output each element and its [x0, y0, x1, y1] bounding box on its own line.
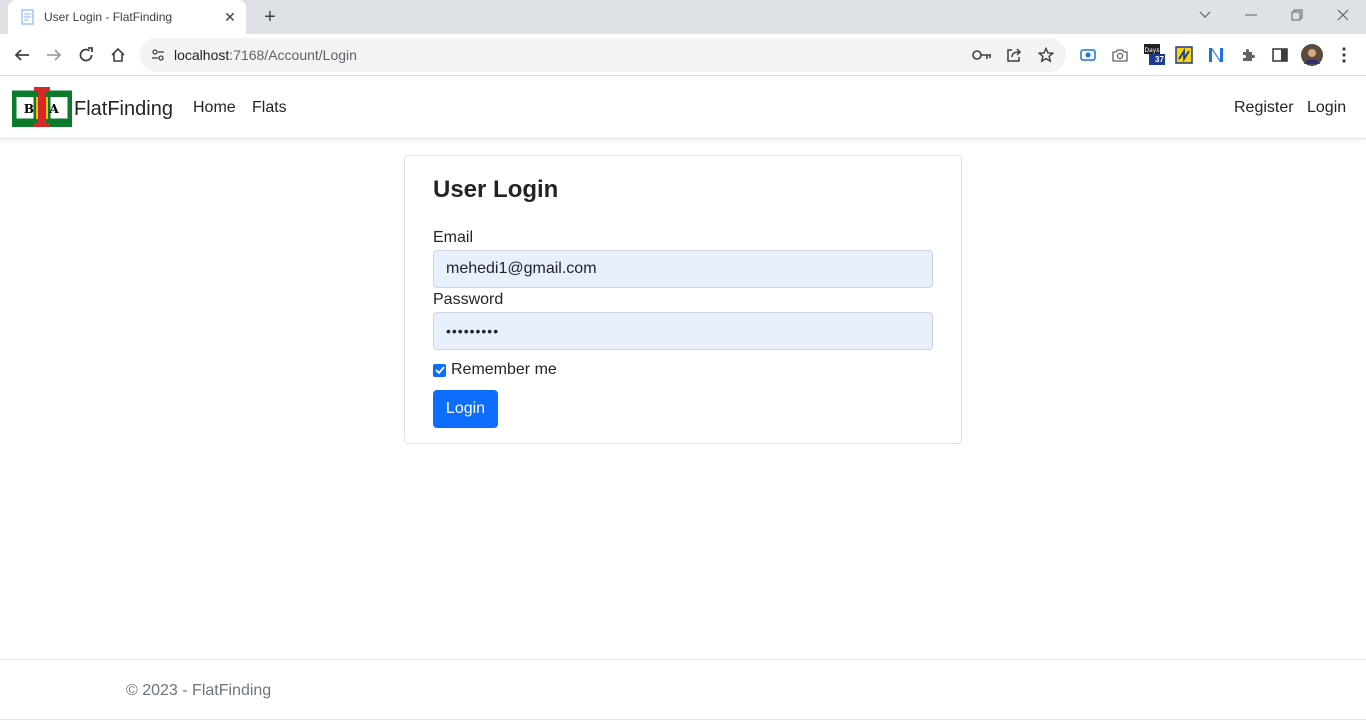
- page-icon: [20, 9, 36, 25]
- camera-icon[interactable]: [1110, 45, 1130, 65]
- puzzle-extensions-icon[interactable]: [1238, 45, 1258, 65]
- reload-icon[interactable]: [74, 43, 98, 67]
- site-navbar: B A FlatFinding Home Flats Register Logi…: [0, 77, 1366, 139]
- login-card: User Login Email mehedi1@gmail.com Passw…: [404, 155, 962, 444]
- share-icon[interactable]: [1004, 45, 1024, 65]
- email-label: Email: [433, 229, 474, 246]
- browser-tabstrip: User Login - FlatFinding ✕ +: [0, 0, 1366, 34]
- screen-record-extension-icon[interactable]: [1078, 45, 1098, 65]
- site-info-icon[interactable]: [148, 45, 168, 65]
- browser-tab[interactable]: User Login - FlatFinding ✕: [8, 0, 246, 34]
- chevron-down-icon[interactable]: [1191, 4, 1219, 26]
- star-icon[interactable]: [1036, 45, 1056, 65]
- close-icon[interactable]: ✕: [220, 7, 240, 27]
- new-tab-icon[interactable]: +: [258, 6, 282, 28]
- back-arrow-icon[interactable]: [10, 43, 34, 67]
- nav-link-login[interactable]: Login: [1307, 99, 1346, 117]
- brand[interactable]: B A FlatFinding: [11, 85, 173, 134]
- password-field[interactable]: •••••••••: [433, 312, 933, 350]
- window-close-icon[interactable]: [1329, 4, 1357, 26]
- days-counter-extension-icon[interactable]: Days 37: [1143, 44, 1167, 65]
- page-title: User Login: [433, 176, 559, 203]
- home-icon[interactable]: [106, 43, 130, 67]
- logo: B A: [11, 85, 73, 134]
- url-host: localhost: [174, 47, 230, 63]
- more-menu-icon[interactable]: [1334, 45, 1354, 65]
- side-panel-icon[interactable]: [1270, 45, 1290, 65]
- extension-badge: 37: [1155, 55, 1164, 64]
- password-label: Password: [433, 291, 504, 308]
- forward-arrow-icon[interactable]: [42, 43, 66, 67]
- remember-me-checkbox[interactable]: [433, 363, 446, 377]
- footer-text: © 2023 - FlatFinding: [126, 682, 272, 699]
- browser-toolbar: localhost:7168/Account/Login Days 37: [0, 34, 1366, 76]
- email-field[interactable]: mehedi1@gmail.com: [433, 250, 933, 288]
- svg-text:A: A: [48, 102, 59, 116]
- tab-title: User Login - FlatFinding: [44, 10, 173, 24]
- profile-avatar[interactable]: [1301, 44, 1323, 66]
- key-icon[interactable]: [972, 45, 992, 65]
- svg-text:B: B: [24, 102, 34, 116]
- url-text: localhost:7168/Account/Login: [174, 47, 357, 63]
- remember-me: Remember me: [433, 361, 557, 379]
- remember-me-label[interactable]: Remember me: [451, 361, 557, 379]
- password-value: •••••••••: [446, 323, 500, 339]
- minimize-icon[interactable]: [1237, 4, 1265, 26]
- n-extension-icon[interactable]: [1206, 45, 1226, 65]
- footer: © 2023 - FlatFinding: [0, 659, 1366, 720]
- restore-icon[interactable]: [1283, 4, 1311, 26]
- svg-text:Days: Days: [1145, 47, 1160, 54]
- nav-link-home[interactable]: Home: [193, 99, 236, 117]
- address-bar[interactable]: localhost:7168/Account/Login: [140, 38, 1066, 72]
- nav-link-register[interactable]: Register: [1234, 99, 1294, 117]
- url-path: :7168/Account/Login: [229, 47, 357, 63]
- nav-link-flats[interactable]: Flats: [252, 99, 287, 117]
- brand-name: FlatFinding: [74, 98, 173, 120]
- notes-extension-icon[interactable]: [1174, 45, 1194, 65]
- email-value: mehedi1@gmail.com: [446, 260, 597, 277]
- login-button[interactable]: Login: [433, 390, 498, 428]
